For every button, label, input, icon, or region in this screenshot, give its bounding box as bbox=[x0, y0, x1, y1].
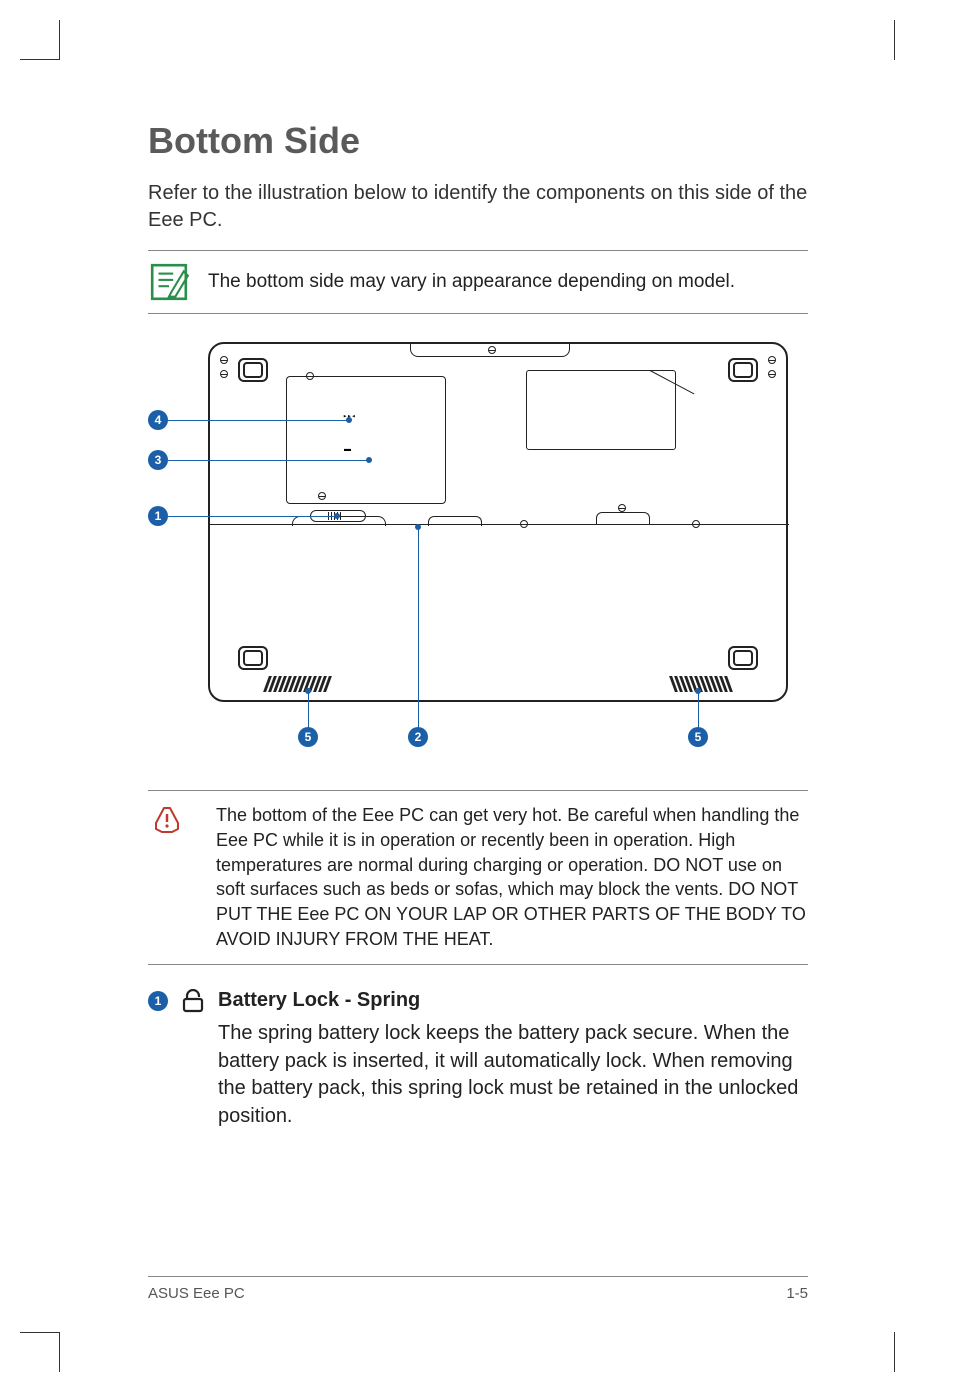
item-1-title: Battery Lock - Spring bbox=[218, 989, 808, 1012]
note-text: The bottom side may vary in appearance d… bbox=[208, 270, 735, 295]
note-box: The bottom side may vary in appearance d… bbox=[148, 250, 808, 314]
item-1-desc: The spring battery lock keeps the batter… bbox=[218, 1020, 808, 1130]
page-footer: ASUS Eee PC 1-5 bbox=[148, 1276, 808, 1302]
callout-5b: 5 bbox=[688, 727, 708, 747]
warning-text: The bottom of the Eee PC can get very ho… bbox=[216, 803, 808, 952]
item-1-badge: 1 bbox=[148, 991, 168, 1011]
callout-1: 1 bbox=[148, 506, 168, 526]
item-1-row: 1 Battery Lock - Spring The spring batte… bbox=[148, 989, 808, 1130]
note-icon bbox=[148, 261, 190, 303]
footer-right: 1-5 bbox=[786, 1285, 808, 1302]
intro-text: Refer to the illustration below to ident… bbox=[148, 180, 808, 234]
callout-4: 4 bbox=[148, 410, 168, 430]
warning-box: The bottom of the Eee PC can get very ho… bbox=[148, 790, 808, 965]
footer-left: ASUS Eee PC bbox=[148, 1285, 245, 1302]
callout-5a: 5 bbox=[298, 727, 318, 747]
lock-icon bbox=[182, 989, 204, 1013]
page-heading: Bottom Side bbox=[148, 120, 808, 162]
bottom-diagram: ▸▸◂ ▬ 4 3 bbox=[148, 342, 808, 762]
callout-2: 2 bbox=[408, 727, 428, 747]
caution-icon bbox=[152, 805, 182, 835]
callout-3: 3 bbox=[148, 450, 168, 470]
